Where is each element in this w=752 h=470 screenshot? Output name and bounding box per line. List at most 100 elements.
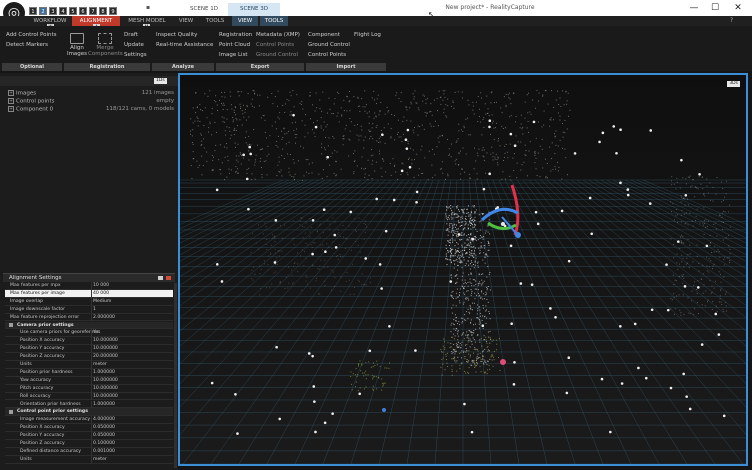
setting-value[interactable]: Yes (93, 329, 100, 336)
settings-row[interactable]: Position X accuracy 10.000000 (5, 337, 173, 346)
setting-value[interactable]: 1 (93, 306, 96, 313)
settings-row[interactable]: Position Y accuracy 10.000000 (5, 345, 173, 354)
import-ground-control-button[interactable]: Ground Control (308, 41, 350, 49)
update-button[interactable]: Update (124, 41, 144, 49)
import-component-button[interactable]: Component (308, 31, 340, 39)
setting-value[interactable]: meter (93, 456, 107, 463)
settings-row[interactable]: Max features per mpx 10 000 (5, 282, 173, 290)
panel-dock-icon[interactable] (158, 276, 163, 280)
settings-row[interactable]: Units meter (5, 455, 173, 464)
setting-value[interactable]: meter (93, 361, 107, 368)
setting-value[interactable]: 0.001000 (93, 448, 115, 455)
layout-button-6[interactable]: 6 (79, 7, 87, 15)
real-time-assistance-button[interactable]: Real-time Assistance (156, 41, 213, 49)
setting-value[interactable]: 20.000000 (93, 353, 118, 360)
layout-button-9[interactable]: 9 (109, 7, 117, 15)
collapse-icon[interactable] (9, 323, 13, 327)
align-images-icon[interactable] (70, 33, 84, 44)
settings-button[interactable]: Settings (124, 51, 147, 59)
panel-close-icon[interactable] (166, 276, 171, 280)
settings-row[interactable]: Position prior hardness 1.000000 (5, 368, 173, 377)
import-flight-log-button[interactable]: Flight Log (354, 31, 381, 39)
settings-row[interactable]: Position Z accuracy 20.000000 (5, 353, 173, 361)
setting-value[interactable]: 1.000000 (93, 401, 115, 408)
layout-button-1[interactable]: 1 (29, 7, 37, 15)
export-point-cloud-button[interactable]: Point Cloud (219, 41, 250, 49)
layout-button-5[interactable]: 5 (69, 7, 77, 15)
setting-value[interactable]: 2.000000 (93, 314, 115, 321)
expand-icon[interactable]: + (8, 98, 14, 104)
merge-components-button[interactable]: Merge Components (88, 45, 123, 57)
settings-row[interactable]: Position Y accuracy 0.050000 (5, 432, 173, 440)
menu-view[interactable]: VIEW (172, 16, 200, 26)
setting-value[interactable]: 10.000000 (93, 345, 118, 352)
maximize-button[interactable]: ☐ (704, 2, 726, 14)
setting-value[interactable]: 10.000000 (93, 377, 118, 384)
tree-control-points[interactable]: + Control points (8, 98, 55, 106)
settings-section[interactable]: Camera prior settings (5, 321, 173, 330)
setting-value[interactable]: 10.000000 (93, 337, 118, 344)
settings-row[interactable]: Roll accuracy 10.000000 (5, 392, 173, 401)
settings-row[interactable]: Yaw accuracy 10.000000 (5, 376, 173, 385)
menu-view-3d[interactable]: VIEW (232, 16, 258, 26)
settings-row[interactable]: Defined distance accuracy 0.001000 (5, 447, 173, 456)
pin-icon[interactable]: ▪ (146, 4, 150, 11)
export-control-points-button[interactable]: Control Points (256, 41, 294, 49)
viewport-3ds-badge[interactable]: 3Ds (727, 81, 740, 87)
setting-value[interactable]: 4.000000 (93, 416, 115, 423)
export-metadata-button[interactable]: Metadata (XMP) (256, 31, 300, 39)
layout-button-3[interactable]: 3 (49, 7, 57, 15)
menu-tools[interactable]: TOOLS (200, 16, 230, 26)
settings-row[interactable]: Max features per image 40 000 (5, 289, 173, 298)
expand-icon[interactable]: + (8, 106, 14, 112)
settings-row[interactable]: Use camera priors for georeferenc... Yes (5, 329, 173, 338)
settings-row[interactable]: Max feature reprojection error 2.000000 (5, 313, 173, 322)
setting-value[interactable]: 1.000000 (93, 369, 115, 376)
tab-scene-1d[interactable]: SCENE 1D (180, 3, 228, 16)
export-registration-button[interactable]: Registration (219, 31, 252, 39)
settings-row[interactable]: Image measurement accuracy 4.000000 (5, 416, 173, 425)
tree-component-0[interactable]: + Component 0 (8, 106, 53, 114)
setting-value[interactable]: 40 000 (93, 290, 109, 297)
inspect-quality-button[interactable]: Inspect Quality (156, 31, 197, 39)
layout-button-2[interactable]: 2 (39, 7, 47, 15)
expand-icon[interactable]: + (8, 90, 14, 96)
point-cloud-scene[interactable] (180, 75, 746, 464)
setting-value[interactable]: 10.000000 (93, 385, 118, 392)
layout-button-7[interactable]: 7 (89, 7, 97, 15)
draft-button[interactable]: Draft (124, 31, 138, 39)
add-control-points-button[interactable]: Add Control Points (6, 31, 57, 39)
minimize-button[interactable]: — (683, 2, 705, 14)
tree-1ds-badge[interactable]: 1Ds (154, 78, 167, 84)
export-image-list-button[interactable]: Image List (219, 51, 248, 59)
settings-row[interactable]: Pitch accuracy 10.000000 (5, 384, 173, 393)
settings-row[interactable]: Orientation prior hardness 1.000000 (5, 400, 173, 409)
settings-row[interactable]: Position X accuracy 0.050000 (5, 424, 173, 433)
detect-markers-button[interactable]: Detect Markers (6, 41, 48, 49)
settings-row[interactable]: Image downscale factor 1 (5, 305, 173, 314)
collapse-icon[interactable] (9, 409, 13, 414)
setting-value[interactable]: 10 000 (93, 282, 109, 289)
layout-button-8[interactable]: 8 (99, 7, 107, 15)
import-control-points-button[interactable]: Control Points (308, 51, 346, 59)
setting-value[interactable]: 0.050000 (93, 432, 115, 439)
merge-components-icon[interactable] (98, 33, 112, 44)
settings-row[interactable]: Image overlap Medium (5, 297, 173, 306)
tab-scene-3d[interactable]: SCENE 3D (228, 3, 280, 16)
settings-section[interactable]: Control point prior settings (5, 408, 173, 417)
setting-value[interactable]: 10.000000 (93, 393, 118, 400)
tree-images[interactable]: + Images (8, 90, 36, 98)
layout-button-4[interactable]: 4 (59, 7, 67, 15)
menu-tools-3d[interactable]: TOOLS (260, 16, 288, 26)
settings-row[interactable]: Position Z accuracy 0.100000 (5, 440, 173, 448)
setting-value[interactable]: 0.100000 (93, 440, 115, 447)
help-button[interactable]: ? (730, 17, 733, 24)
setting-value[interactable]: 0.050000 (93, 424, 115, 431)
settings-row[interactable]: Units meter (5, 361, 173, 369)
setting-value[interactable]: Medium (93, 298, 111, 305)
close-button[interactable]: ✕ (727, 2, 749, 14)
3d-viewport[interactable]: 3Ds (178, 73, 748, 466)
panel-scrollbar[interactable] (174, 283, 177, 468)
align-images-button[interactable]: Align Images (66, 45, 88, 57)
export-ground-control-button[interactable]: Ground Control (256, 51, 298, 59)
